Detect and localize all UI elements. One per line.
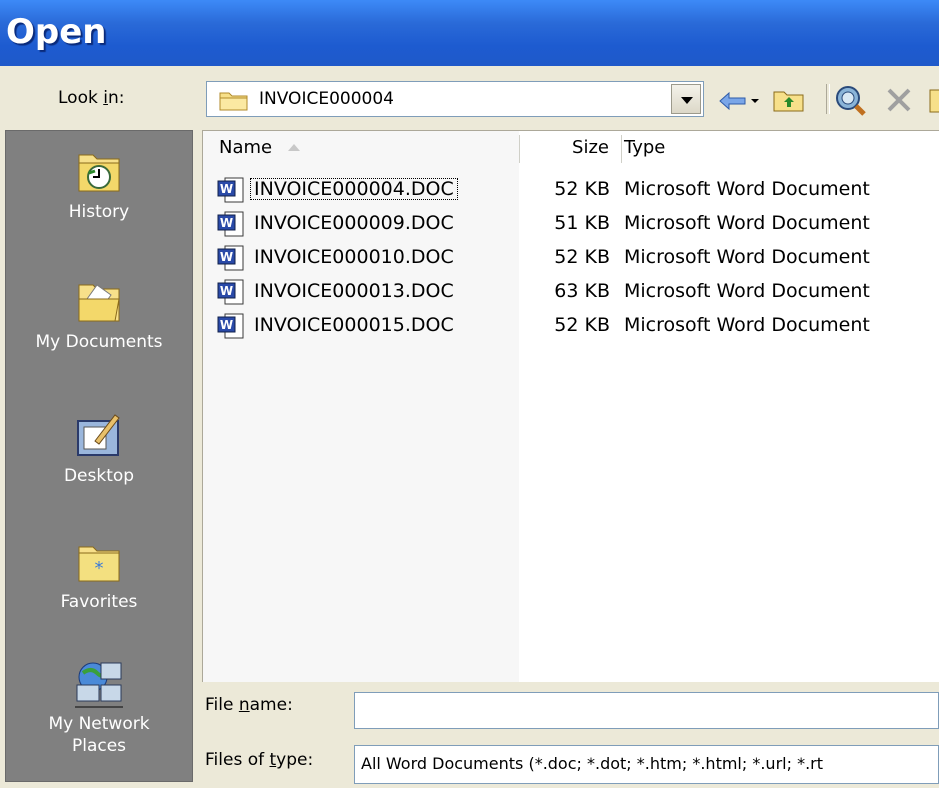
my-documents-icon bbox=[78, 284, 120, 322]
column-divider[interactable] bbox=[519, 135, 520, 163]
file-size: 52 KB bbox=[554, 178, 610, 200]
file-name-label: File name: bbox=[205, 695, 293, 715]
file-name: INVOICE000013.DOC bbox=[254, 280, 454, 302]
svg-text:W: W bbox=[220, 250, 233, 264]
file-size: 52 KB bbox=[554, 314, 610, 336]
file-type: Microsoft Word Document bbox=[624, 314, 870, 336]
file-name: INVOICE000010.DOC bbox=[254, 246, 454, 268]
delete-button[interactable] bbox=[885, 86, 913, 118]
column-divider[interactable] bbox=[621, 135, 622, 163]
favorites-icon: * bbox=[78, 546, 120, 582]
word-document-icon: W bbox=[217, 279, 244, 305]
toolbar-separator bbox=[826, 84, 830, 114]
svg-text:*: * bbox=[95, 558, 104, 579]
place-label: Desktop bbox=[63, 466, 135, 486]
folder-icon bbox=[219, 89, 249, 115]
back-button[interactable] bbox=[718, 90, 762, 116]
place-label: My Documents bbox=[35, 332, 163, 352]
desktop-icon bbox=[77, 414, 120, 456]
column-header-size[interactable]: Size bbox=[572, 137, 609, 158]
file-name: INVOICE000009.DOC bbox=[254, 212, 454, 234]
dialog-title: Open bbox=[6, 12, 107, 52]
file-row[interactable]: W INVOICE000009.DOC 51 KB Microsoft Word… bbox=[203, 207, 939, 241]
word-document-icon: W bbox=[217, 177, 244, 203]
file-size: 63 KB bbox=[554, 280, 610, 302]
files-of-type-select[interactable]: All Word Documents (*.doc; *.dot; *.htm;… bbox=[354, 745, 939, 784]
place-history[interactable]: History bbox=[6, 149, 192, 223]
file-name-input[interactable] bbox=[354, 692, 939, 729]
file-row[interactable]: W INVOICE000010.DOC 52 KB Microsoft Word… bbox=[203, 241, 939, 275]
column-header-type[interactable]: Type bbox=[624, 137, 665, 158]
file-list[interactable]: Name Size Type W INVOICE000004.DOC 52 KB… bbox=[202, 130, 939, 682]
column-header-name[interactable]: Name bbox=[219, 137, 302, 158]
file-type: Microsoft Word Document bbox=[624, 212, 870, 234]
file-row[interactable]: W INVOICE000015.DOC 52 KB Microsoft Word… bbox=[203, 309, 939, 343]
place-label: Places bbox=[71, 736, 127, 756]
new-folder-button[interactable] bbox=[928, 88, 939, 118]
new-folder-icon bbox=[929, 89, 939, 113]
place-desktop[interactable]: Desktop bbox=[6, 411, 192, 487]
place-my-documents[interactable]: My Documents bbox=[6, 277, 192, 353]
file-name: INVOICE000004.DOC bbox=[250, 178, 458, 200]
up-folder-icon bbox=[773, 91, 804, 112]
place-label: My Network bbox=[48, 714, 150, 734]
history-icon bbox=[78, 154, 120, 192]
search-web-button[interactable] bbox=[834, 84, 868, 120]
file-type: Microsoft Word Document bbox=[624, 246, 870, 268]
sort-ascending-icon bbox=[287, 144, 300, 151]
search-web-icon bbox=[836, 86, 866, 116]
delete-icon bbox=[887, 88, 911, 112]
file-size: 51 KB bbox=[554, 212, 610, 234]
word-document-icon: W bbox=[217, 245, 244, 271]
look-in-combo[interactable]: INVOICE000004 bbox=[206, 81, 704, 117]
files-of-type-label: Files of type: bbox=[205, 750, 314, 770]
places-bar: History My Documents Desktop * Favorites… bbox=[5, 130, 193, 782]
network-places-icon bbox=[75, 662, 123, 708]
word-document-icon: W bbox=[217, 211, 244, 237]
file-row[interactable]: W INVOICE000004.DOC 52 KB Microsoft Word… bbox=[203, 173, 939, 207]
svg-text:W: W bbox=[220, 318, 233, 332]
place-label: Favorites bbox=[60, 592, 138, 612]
svg-text:W: W bbox=[220, 182, 233, 196]
word-document-icon: W bbox=[217, 313, 244, 339]
place-label: History bbox=[68, 202, 130, 222]
look-in-dropdown-button[interactable] bbox=[671, 84, 701, 114]
file-name: INVOICE000015.DOC bbox=[254, 314, 454, 336]
title-bar[interactable]: Open bbox=[0, 0, 939, 66]
file-row[interactable]: W INVOICE000013.DOC 63 KB Microsoft Word… bbox=[203, 275, 939, 309]
up-one-level-button[interactable] bbox=[772, 86, 806, 118]
svg-text:W: W bbox=[220, 216, 233, 230]
file-type: Microsoft Word Document bbox=[624, 178, 870, 200]
place-favorites[interactable]: * Favorites bbox=[6, 541, 192, 613]
look-in-label: Look in: bbox=[58, 88, 125, 108]
look-in-value: INVOICE000004 bbox=[259, 89, 394, 109]
place-network[interactable]: My Network Places bbox=[6, 655, 192, 757]
svg-text:W: W bbox=[220, 284, 233, 298]
back-arrow-icon bbox=[719, 91, 759, 111]
file-type: Microsoft Word Document bbox=[624, 280, 870, 302]
file-size: 52 KB bbox=[554, 246, 610, 268]
